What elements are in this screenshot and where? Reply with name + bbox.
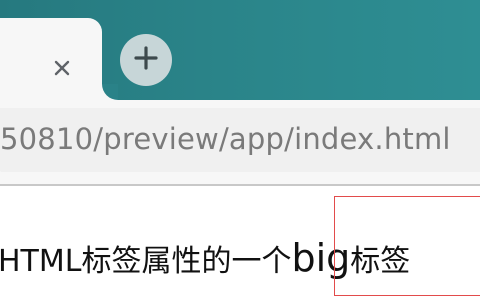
text-before: HTML标签属性的一个 — [0, 244, 292, 279]
text-after: 标签 — [350, 244, 411, 279]
tab-corner — [102, 84, 118, 100]
active-tab[interactable] — [0, 18, 102, 100]
big-word: big — [291, 236, 351, 280]
tab-strip — [0, 0, 480, 100]
new-tab-button[interactable] — [120, 34, 172, 86]
browser-toolbar: 50810/preview/app/index.html — [0, 100, 480, 184]
address-bar-url[interactable]: 50810/preview/app/index.html — [0, 122, 451, 156]
browser-window: 50810/preview/app/index.html HTML标签属性的一个… — [0, 0, 480, 300]
page-text-line: HTML标签属性的一个big标签 — [0, 238, 410, 282]
close-icon — [53, 59, 71, 81]
page-content: HTML标签属性的一个big标签 — [0, 186, 480, 300]
address-bar[interactable]: 50810/preview/app/index.html — [0, 108, 480, 172]
tab-close-button[interactable] — [48, 56, 76, 84]
plus-icon — [132, 44, 160, 76]
